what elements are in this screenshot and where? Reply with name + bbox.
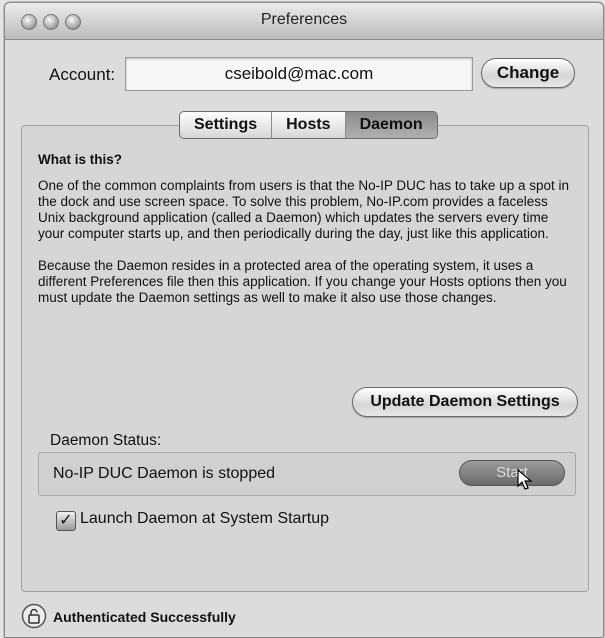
title-bar[interactable]: Preferences	[5, 3, 603, 40]
daemon-paragraph-2: Because the Daemon resides in a protecte…	[38, 258, 567, 305]
daemon-heading: What is this?	[38, 152, 122, 167]
launch-at-startup-checkbox[interactable]: ✓	[56, 511, 76, 531]
daemon-panel: What is this? One of the common complain…	[21, 125, 589, 592]
tab-hosts[interactable]: Hosts	[272, 112, 346, 138]
daemon-status-box: No-IP DUC Daemon is stopped Start	[38, 452, 576, 496]
start-button[interactable]: Start	[459, 460, 565, 486]
account-field[interactable]: cseibold@mac.com	[125, 57, 473, 91]
tab-daemon[interactable]: Daemon	[345, 112, 437, 138]
footer: Authenticated Successfully	[5, 599, 603, 637]
preferences-window: Preferences Account: cseibold@mac.com Ch…	[4, 2, 604, 638]
daemon-paragraph-1: One of the common complaints from users …	[38, 178, 569, 241]
mouse-cursor-icon	[517, 469, 533, 490]
tab-bar: Settings Hosts Daemon	[179, 111, 438, 139]
daemon-status-label: Daemon Status:	[50, 432, 162, 449]
launch-at-startup-label[interactable]: Launch Daemon at System Startup	[80, 510, 329, 528]
lock-icon[interactable]	[21, 603, 47, 629]
account-label: Account:	[49, 65, 116, 84]
window-title: Preferences	[260, 11, 348, 28]
change-button[interactable]: Change	[481, 58, 575, 88]
daemon-description: What is this? One of the common complain…	[38, 152, 578, 322]
update-daemon-settings-button[interactable]: Update Daemon Settings	[352, 387, 578, 417]
daemon-status-text: No-IP DUC Daemon is stopped	[53, 465, 276, 482]
tab-settings[interactable]: Settings	[180, 112, 273, 138]
auth-status-text: Authenticated Successfully	[53, 609, 236, 625]
